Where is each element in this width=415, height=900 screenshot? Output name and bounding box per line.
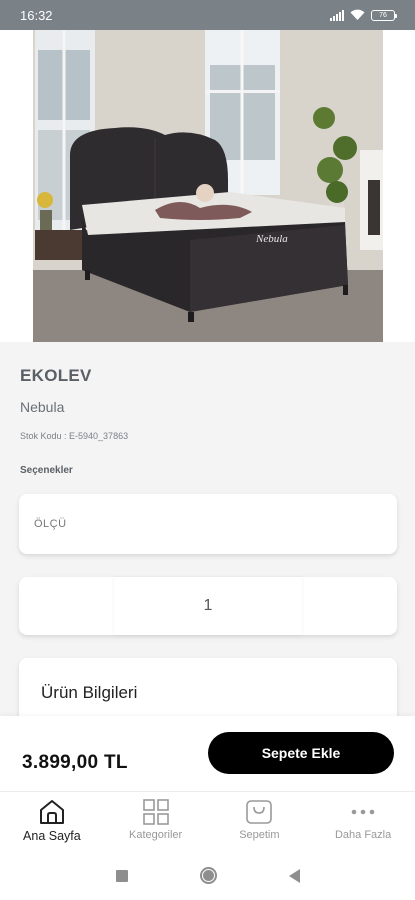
quantity-decrease-button[interactable]: [19, 577, 114, 635]
bed-photo-icon: Nebula: [0, 30, 415, 342]
shopping-bag-icon: [246, 800, 273, 824]
status-time: 16:32: [20, 7, 53, 23]
size-select[interactable]: ÖLÇÜ: [19, 494, 397, 554]
battery-level: 76: [379, 11, 387, 19]
purchase-bar: 3.899,00 TL Sepete Ekle: [0, 716, 415, 791]
more-icon: [351, 809, 375, 815]
quantity-increase-button[interactable]: [302, 577, 397, 635]
options-title: Seçenekler: [20, 465, 73, 476]
bottom-tab-bar: Ana Sayfa Kategoriler Sepetim Daha Fazla: [0, 791, 415, 851]
signal-icon: [330, 9, 344, 21]
tab-more-label: Daha Fazla: [334, 829, 392, 841]
tab-cart-label: Sepetim: [239, 829, 280, 841]
grid-icon: [142, 799, 169, 825]
tab-categories-label: Kategoriler: [129, 829, 183, 841]
quantity-value[interactable]: 1: [114, 577, 302, 635]
product-name: Nebula: [20, 399, 65, 415]
bed-brand-label: Nebula: [255, 233, 288, 245]
status-bar: 16:32 76: [0, 0, 415, 30]
recent-apps-icon[interactable]: [115, 869, 128, 882]
battery-icon: 76: [371, 9, 397, 21]
tab-home-label: Ana Sayfa: [23, 829, 81, 843]
tab-home[interactable]: Ana Sayfa: [0, 792, 104, 851]
quantity-stepper: 1: [19, 577, 397, 635]
home-icon: [39, 800, 64, 824]
product-sku: Stok Kodu : E-5940_37863: [20, 431, 129, 441]
tab-categories[interactable]: Kategoriler: [104, 792, 208, 851]
product-image[interactable]: Nebula: [0, 30, 415, 342]
home-button-icon[interactable]: [199, 867, 217, 884]
tab-more[interactable]: Daha Fazla: [311, 792, 415, 851]
product-info-title: Ürün Bilgileri: [41, 683, 138, 702]
back-icon[interactable]: [288, 868, 300, 883]
size-select-label: ÖLÇÜ: [34, 518, 67, 530]
system-nav-bar: [0, 851, 415, 900]
wifi-icon: [350, 9, 365, 20]
product-price: 3.899,00 TL: [22, 752, 128, 773]
add-to-cart-button[interactable]: Sepete Ekle: [208, 732, 394, 774]
tab-cart[interactable]: Sepetim: [208, 792, 312, 851]
product-brand: EKOLEV: [20, 366, 92, 385]
status-icons: 76: [330, 9, 397, 21]
